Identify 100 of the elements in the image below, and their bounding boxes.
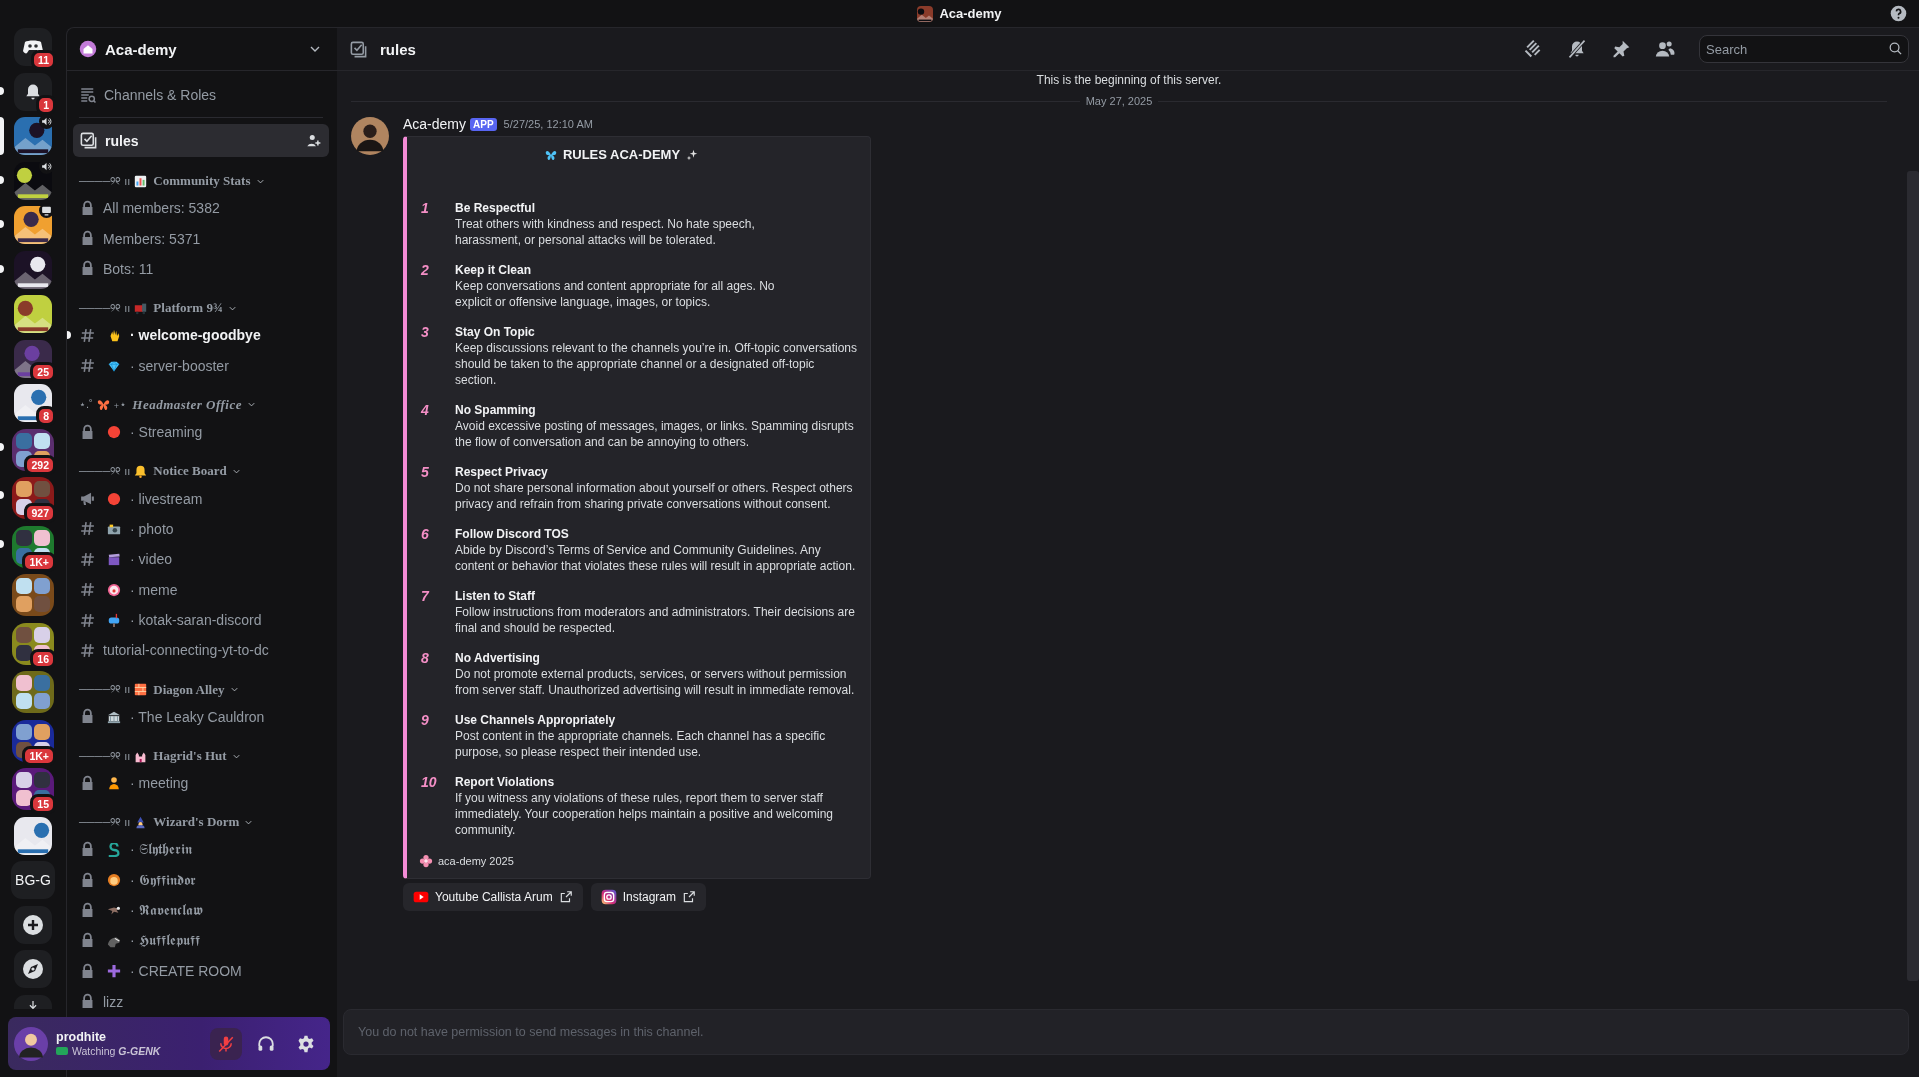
category-name[interactable]: Wizard's Dorm	[153, 814, 240, 831]
gem-icon	[107, 358, 121, 373]
hash-icon	[79, 326, 96, 344]
server-name: Aca-demy	[105, 40, 178, 58]
channel-item[interactable]: tutorial-connecting-yt-to-dc	[73, 635, 329, 666]
explore-button[interactable]	[14, 950, 52, 988]
add-server-button[interactable]	[14, 905, 52, 944]
link-button[interactable]: Youtube Callista Arum	[403, 883, 583, 911]
channel-item[interactable]: · server-booster	[73, 350, 329, 381]
rule-number: 3	[420, 324, 430, 342]
channel-item[interactable]: · The Leaky Cauldron	[73, 701, 329, 733]
headphones-icon	[257, 1034, 275, 1053]
help-icon[interactable]	[1890, 5, 1907, 22]
window-title: Aca-demy	[939, 6, 1002, 21]
circle-icon	[107, 491, 121, 506]
hash-icon	[79, 550, 96, 568]
bell-icon	[134, 464, 148, 478]
category-name[interactable]: Community Stats	[153, 173, 251, 189]
rule-text: Keep conversations and content appropriate for all ages. No explicit or offensive language, images, or topics.	[455, 278, 776, 310]
channel-item[interactable]: Members: 5371	[73, 223, 329, 254]
search-field[interactable]: Search	[1699, 35, 1909, 63]
download-button[interactable]	[14, 994, 52, 1009]
category-ornament: ────୨୧ ıı	[79, 749, 131, 763]
rule-title: Stay On Topic	[455, 324, 536, 340]
channel-item[interactable]: · 𝕾𝖑𝖞𝖙𝖍𝖊𝖗𝖎𝖓	[73, 834, 329, 865]
category-name[interactable]: Headmaster Office	[132, 396, 243, 413]
rule-title: Follow Discord TOS	[455, 526, 570, 542]
date-divider: May 27, 2025	[1084, 95, 1154, 107]
category-name[interactable]: Diagon Alley	[153, 681, 225, 698]
category-ornament: ────୨୧ ıı	[79, 464, 131, 478]
screen-icon	[39, 203, 54, 218]
count-badge: 8	[36, 406, 56, 426]
threads-icon[interactable]	[1523, 39, 1543, 59]
download-icon	[27, 1000, 39, 1009]
avatar	[351, 117, 389, 155]
channel-item[interactable]: All members: 5382	[73, 193, 329, 224]
clapperboard-icon	[107, 552, 121, 567]
category-name[interactable]: Platform 9¾	[153, 300, 223, 317]
link-button[interactable]: Instagram	[590, 883, 706, 911]
category-ornament: ────୨୧ ıı	[79, 301, 131, 315]
hash-icon	[79, 581, 96, 599]
channel-item[interactable]: · Streaming	[73, 416, 329, 448]
mute-button[interactable]	[210, 1027, 242, 1060]
rule-number: 10	[420, 774, 438, 792]
video-play-icon	[413, 889, 429, 905]
rule-number: 5	[420, 464, 430, 482]
rule-text: Post content in the appropriate channels. Each channel has a specific purpose, so please respect their intended use.	[455, 728, 827, 760]
lion-icon	[107, 873, 121, 888]
server-folder[interactable]	[12, 574, 54, 616]
category-ornament: ────୨୧ ıı	[79, 683, 131, 697]
count-badge: 927	[24, 503, 56, 523]
channel-item[interactable]: · video	[73, 544, 329, 575]
server-button[interactable]: BG-G	[11, 861, 55, 899]
person-icon	[107, 776, 121, 791]
external-link-icon	[558, 890, 573, 904]
rule-text: Follow instructions from moderators and administrators. Their decisions are final and should be respected.	[455, 604, 856, 636]
gamepad-icon	[56, 1047, 68, 1055]
rule-title: Keep it Clean	[455, 262, 533, 278]
count-badge: 1	[36, 94, 56, 115]
channel-item[interactable]: · CREATE ROOM	[73, 956, 329, 987]
category-name[interactable]: Notice Board	[153, 463, 227, 480]
channel-item[interactable]: · 𝕲𝖞𝖋𝖋𝖎𝖓𝖉𝖔𝖗	[73, 864, 329, 896]
rule-text: Abide by Discord’s Terms of Service and Community Guidelines. Any content or behavior that violates these rules will result in appropriate action.	[455, 542, 857, 574]
channel-item[interactable]: · kotak-saran-discord	[73, 604, 329, 636]
rule-number: 9	[420, 712, 430, 730]
channel-item[interactable]: · photo	[73, 513, 329, 545]
pin-icon[interactable]	[1611, 39, 1631, 59]
author-name[interactable]: Aca-demy	[403, 116, 467, 132]
rule-number: 4	[420, 402, 430, 420]
megaphone-icon	[79, 490, 96, 508]
mute-icon[interactable]	[1567, 39, 1587, 59]
status-text: Watching G-GENK	[72, 1045, 161, 1057]
house-icon	[79, 40, 97, 58]
channel-item[interactable]: · 𝕳𝖚𝖋𝖋𝖑𝖊𝖕𝖚𝖋𝖋	[73, 925, 329, 957]
brick-wall-icon	[134, 683, 148, 697]
category-name[interactable]: Hagrid's Hut	[153, 748, 227, 765]
channel-item[interactable]: · 𝕽𝖆𝖛𝖊𝖓𝖈𝖑𝖆𝖜	[73, 895, 329, 926]
server-header[interactable]: Aca-demy	[67, 28, 337, 71]
browse-item[interactable]: Channels & Roles	[79, 81, 329, 109]
hash-icon	[79, 520, 96, 538]
channel-item[interactable]: · meme	[73, 574, 329, 605]
bar-chart-icon	[134, 174, 148, 188]
timestamp: 5/27/25, 12:10 AM	[503, 118, 593, 130]
members-icon[interactable]	[1655, 39, 1675, 59]
server-folder[interactable]	[12, 671, 54, 713]
rule-number: 8	[420, 650, 430, 668]
channel-item[interactable]: · livestream	[73, 483, 329, 514]
checklist-icon	[79, 131, 98, 150]
channel-item[interactable]: · meeting	[73, 768, 329, 799]
count-badge: 25	[30, 361, 56, 382]
rule-number: 7	[420, 588, 431, 606]
channel-item[interactable]: · welcome-goodbye	[73, 320, 329, 351]
category-ornament: ────୨୧ ıı	[79, 174, 131, 188]
channel-item[interactable]: rules	[73, 124, 329, 157]
channel-item[interactable]: lizz	[73, 986, 329, 1017]
rule-text: Do not promote external products, services, or servers without permission from server staff. Unauthorized advertising will result in immediate removal.	[455, 666, 856, 698]
count-badge: 11	[30, 50, 56, 70]
plus-icon	[23, 914, 43, 935]
rule-title: Listen to Staff	[455, 588, 536, 604]
channel-item[interactable]: Bots: 11	[73, 253, 329, 285]
